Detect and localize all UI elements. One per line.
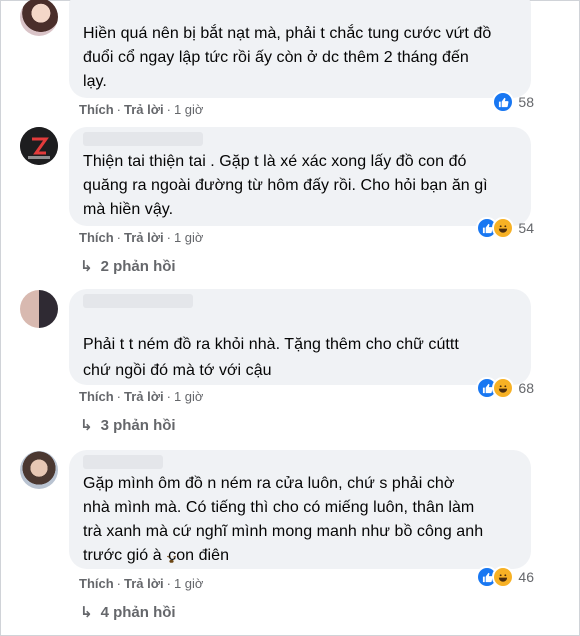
haha-icon [492,566,515,588]
user-avatar[interactable] [20,451,58,489]
timestamp[interactable]: 1 giờ [174,102,204,117]
reply-action[interactable]: Trả lời [124,576,164,591]
text-fragment: trước gió à [83,547,162,564]
comment-line: mà hiền vậy. [83,201,174,218]
reaction-summary[interactable]: 46 [476,566,534,588]
reply-arrow-icon: ↳ [80,258,93,275]
comment-line: lạy. [83,73,107,90]
separator: · [166,576,171,591]
reply-action[interactable]: Trả lời [124,230,164,245]
replies-count: 3 phản hồi [100,417,176,434]
comment-line: quăng ra ngoài đường từ hôm đấy rồi. Cho… [83,177,488,194]
separator: · [116,576,122,591]
like-action[interactable]: Thích [79,576,114,591]
like-action[interactable]: Thích [79,389,114,404]
separator: · [166,102,171,117]
haha-icon [492,217,515,239]
separator: · [116,102,122,117]
comment-line: Hiền quá nên bị bắt nạt mà, phải t chắc … [83,25,492,42]
comment-line: Phải t t ném đồ ra khỏi nhà. Tặng thêm c… [83,333,517,359]
comment-text: Hiền quá nên bị bắt nạt mà, phải t chắc … [83,22,517,94]
comment-line: đuổi cổ ngay lập tức rồi ấy còn ở dc thê… [83,49,469,66]
reaction-count: 58 [518,94,534,110]
separator: · [116,389,122,404]
timestamp[interactable]: 1 giờ [174,230,204,245]
reaction-summary[interactable]: 54 [476,217,534,239]
timestamp[interactable]: 1 giờ [174,576,204,591]
like-icon [492,91,515,113]
comment-line: nhà mình mà. Có tiếng thì cho có miếng l… [83,499,475,516]
reaction-count: 54 [518,220,534,236]
comment-text: Phải t t ném đồ ra khỏi nhà. Tặng thêm c… [83,333,517,383]
comment-line: Gặp mình ôm đồ n ném ra cửa luôn, chứ s … [83,475,455,492]
commenter-name-hidden [83,294,193,308]
comment-line: trước gió à con điên [83,544,517,571]
replies-count: 2 phản hồi [100,258,176,275]
user-avatar[interactable] [20,290,58,328]
comment-text: Thiện tai thiện tai . Gặp t là xé xác xo… [83,150,517,222]
comment-actions: Thích · Trả lời · 1 giờ [79,230,203,245]
comment-bubble: Thiện tai thiện tai . Gặp t là xé xác xo… [69,127,531,226]
text-fragment: Phải t t ném [83,336,169,353]
comment-text: Gặp mình ôm đồ n ném ra cửa luôn, chứ s … [83,472,517,571]
like-action[interactable]: Thích [79,102,114,117]
comment-actions: Thích · Trả lời · 1 giờ [79,389,203,404]
reaction-count: 46 [518,569,534,585]
comment-actions: Thích · Trả lời · 1 giờ [79,576,203,591]
separator: · [116,230,122,245]
comment-actions: Thích · Trả lời · 1 giờ [79,102,203,117]
reaction-summary[interactable]: 68 [476,377,534,399]
replies-count: 4 phản hồi [100,604,176,621]
comment-bubble: Hiền quá nên bị bắt nạt mà, phải t chắc … [69,0,531,98]
separator: · [166,389,171,404]
haha-icon [492,377,515,399]
reply-arrow-icon: ↳ [80,604,93,621]
view-replies-button[interactable]: ↳ 3 phản hồi [80,416,176,434]
comment-bubble: Phải t t ném đồ ra khỏi nhà. Tặng thêm c… [69,289,531,385]
user-avatar[interactable] [20,127,58,165]
reply-arrow-icon: ↳ [80,417,93,434]
reply-action[interactable]: Trả lời [124,389,164,404]
comment-line: trà xanh mà cứ nghĩ mình mong manh như b… [83,523,484,540]
like-action[interactable]: Thích [79,230,114,245]
separator: · [166,230,171,245]
reply-action[interactable]: Trả lời [124,102,164,117]
commenter-name-hidden [83,455,163,469]
commenter-name-hidden [83,132,203,146]
comment-line: chứ ngồi đó mà tớ với cậu [83,362,272,379]
timestamp[interactable]: 1 giờ [174,389,204,404]
brand-logo-icon [20,127,58,165]
text-fragment: đồ ra khỏi nhà. Tặng thêm cho chữ cúttt [173,336,459,353]
comment-bubble: Gặp mình ôm đồ n ném ra cửa luôn, chứ s … [69,450,531,569]
reaction-count: 68 [518,380,534,396]
reaction-summary[interactable]: 58 [492,91,534,113]
view-replies-button[interactable]: ↳ 2 phản hồi [80,257,176,275]
view-replies-button[interactable]: ↳ 4 phản hồi [80,603,176,621]
comment-line: Thiện tai thiện tai . Gặp t là xé xác xo… [83,153,467,170]
